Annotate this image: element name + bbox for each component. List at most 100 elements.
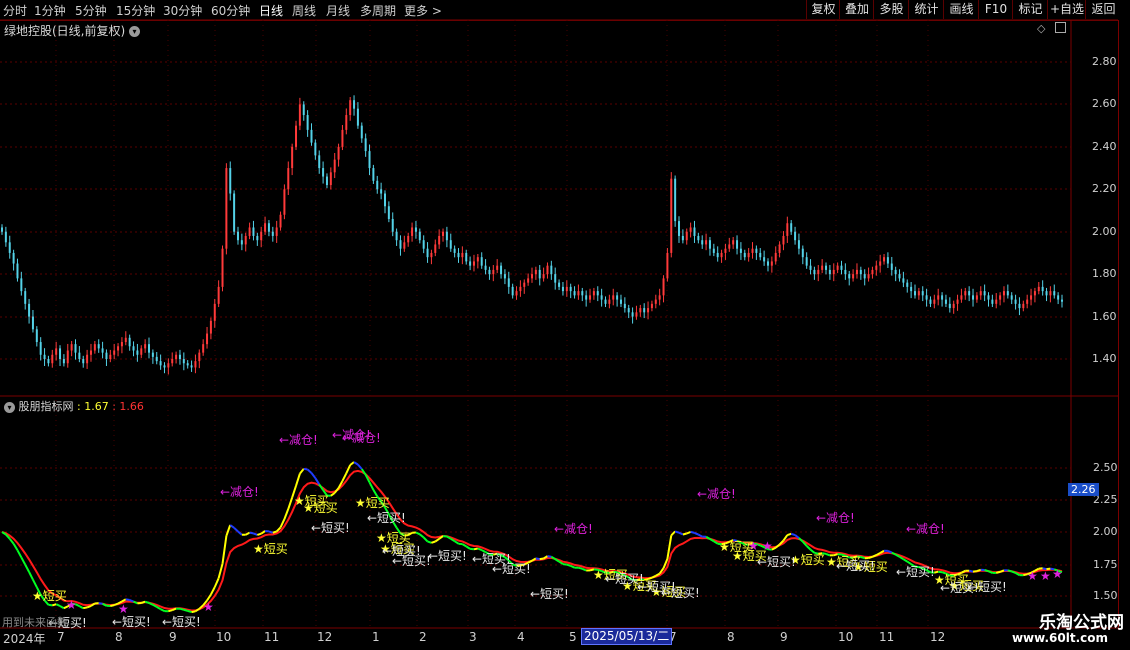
fast-line-segment [972,570,978,573]
candle-body [279,214,282,228]
candle-body [151,352,154,357]
fast-line-segment [52,603,57,607]
candle-body [507,278,510,287]
fast-line-segment [183,608,188,612]
diamond-icon[interactable]: ◇ [1037,22,1045,35]
fast-line-segment [129,599,134,603]
candle-body [867,274,870,279]
candle-body [442,231,445,236]
candle-body [422,240,425,249]
short-buy-arrow-label: ←短买! [968,580,1007,594]
candle-body [70,344,73,351]
candle-body [821,265,824,270]
chevron-down-icon[interactable]: ▾ [129,26,141,37]
side-info-strip[interactable] [1118,20,1130,630]
candle-body [240,240,243,245]
candle-body [786,223,789,236]
fast-line-segment [245,531,251,536]
chevron-down-icon[interactable]: ▾ [4,401,15,413]
window-toggle-icon[interactable] [1055,22,1066,33]
candle-body [418,231,421,241]
fast-line-segment [268,530,274,534]
candle-body [871,269,874,275]
candle-body [844,269,847,275]
fast-line-segment [570,564,576,569]
candle-body [770,261,773,266]
fast-line-segment [229,524,235,529]
fast-line-segment [357,463,363,470]
candle-body [569,286,572,292]
x-axis-tick: 10 [216,630,232,644]
candle-body [51,354,54,364]
candle-body [329,172,332,186]
fast-line-segment [48,603,53,607]
price-label: 1.40 [1092,352,1117,365]
x-axis-tick: 8 [727,630,735,644]
candle-body [848,274,851,279]
price-label: 2.40 [1092,140,1117,153]
candle-body [74,344,77,353]
candle-body [910,286,913,292]
fast-line-segment [287,497,294,510]
indicator-axis-label: 1.50 [1093,589,1118,602]
price-label: 2.00 [1092,225,1117,238]
candle-body [233,193,236,232]
candle-body [670,178,673,253]
chart-canvas[interactable]: ★ ★ ★★ ★★ ★ ★ [0,0,1130,650]
candle-body [438,235,441,245]
candle-body [310,129,313,143]
short-buy-star-label: ★短买 [253,542,288,556]
x-axis-tick: 5 [569,630,577,644]
candle-body [24,291,27,304]
candle-body [898,274,901,279]
fast-line-segment [310,472,317,479]
candle-body [1033,291,1036,296]
candle-body [503,274,506,279]
candle-body [20,278,23,292]
candle-body [604,299,607,304]
candle-body [689,227,692,232]
candle-body [1045,291,1048,296]
candle-body [426,248,429,258]
candle-body [902,278,905,283]
candle-body [751,248,754,253]
candle-body [724,248,727,253]
watermark-brand: 乐淘公式网 [1039,613,1124,633]
candle-body [956,299,959,304]
candle-body [333,159,336,173]
candle-body [929,299,932,304]
candle-body [558,282,561,287]
candle-body [627,308,630,313]
candle-body [612,295,615,300]
candle-body [59,348,62,359]
candle-body [66,350,69,364]
candle-body [62,359,65,364]
candle-body [631,312,634,317]
fast-line-segment [686,530,691,535]
watermark-url: www.60lt.com [1011,631,1108,645]
candle-body [925,295,928,300]
candle-body [531,274,533,279]
candle-body [217,286,220,304]
price-label: 2.60 [1092,97,1117,110]
candle-body [937,295,940,300]
fast-line-segment [194,607,200,613]
candle-body [229,168,232,194]
candle-body [697,235,700,241]
fast-line-segment [272,530,278,534]
candle-body [561,286,564,292]
candle-body [480,257,483,266]
candle-body [322,168,325,177]
candle-body [140,348,143,355]
short-buy-arrow-label: ←短买! [162,615,201,629]
candle-body [4,231,7,243]
fast-line-segment [233,527,239,533]
candle-body [975,295,978,300]
fast-line-segment [984,569,989,573]
indicator-axis-label: 1.75 [1093,558,1118,571]
fast-line-segment [697,533,703,538]
fast-line-segment [674,530,680,534]
candle-body [534,269,537,275]
candle-body [1037,286,1040,292]
candle-body [608,299,611,304]
